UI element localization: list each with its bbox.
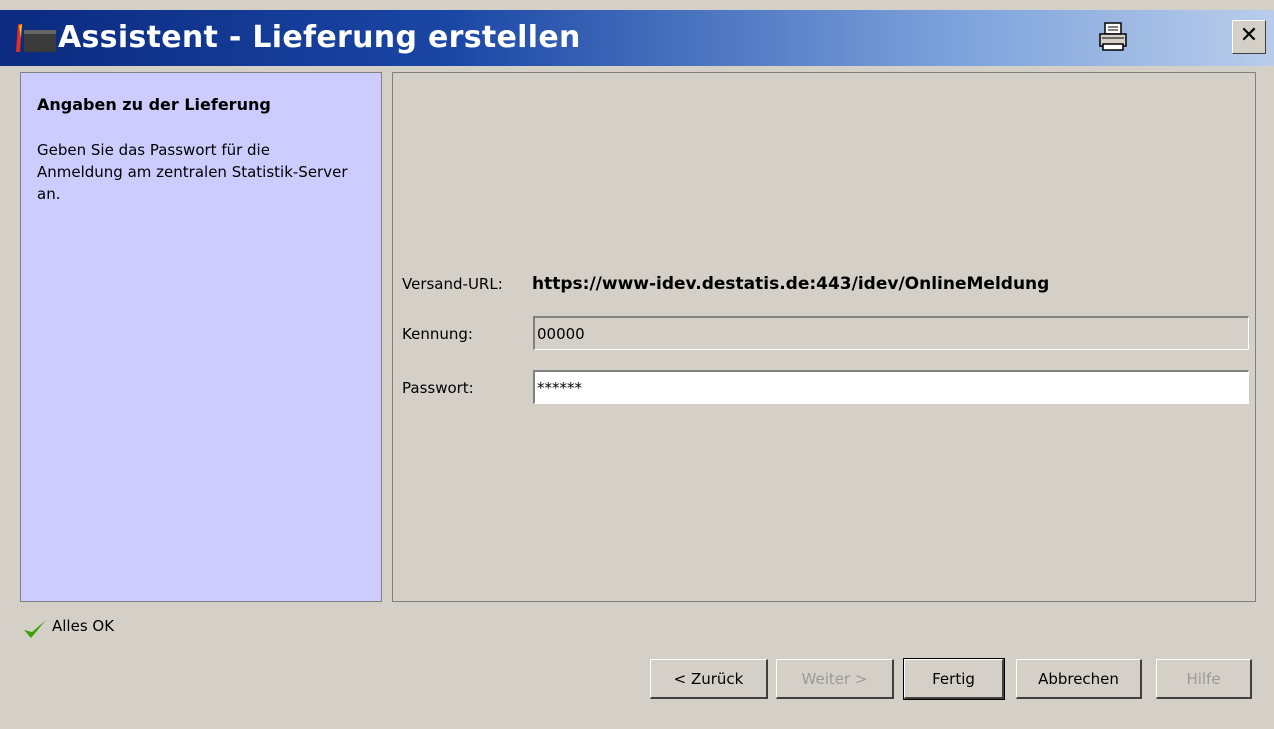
- step-description: Geben Sie das Passwort für die Anmeldung…: [37, 141, 348, 203]
- kennung-field[interactable]: [533, 316, 1249, 350]
- close-button[interactable]: ✕: [1232, 20, 1266, 54]
- info-panel: Angaben zu der Lieferung Geben Sie das P…: [20, 72, 382, 602]
- flag-icon: [16, 24, 56, 52]
- status-text: Alles OK: [52, 617, 115, 635]
- printer-icon: [1099, 22, 1127, 51]
- cancel-button[interactable]: Abbrechen: [1016, 659, 1142, 699]
- next-button[interactable]: Weiter >: [776, 659, 894, 699]
- finish-button[interactable]: Fertig: [903, 658, 1005, 700]
- url-label: Versand-URL:: [402, 275, 503, 293]
- form-panel: Versand-URL: https://www-idev.destatis.d…: [392, 72, 1256, 602]
- close-icon: ✕: [1239, 23, 1259, 48]
- password-field[interactable]: [533, 370, 1249, 404]
- checkmark-icon: [24, 620, 46, 638]
- kennung-label: Kennung:: [402, 325, 473, 343]
- back-button[interactable]: < Zurück: [650, 659, 768, 699]
- title-bar: Assistent - Lieferung erstellen ✕: [0, 10, 1274, 66]
- help-button[interactable]: Hilfe: [1156, 659, 1252, 699]
- step-heading: Angaben zu der Lieferung: [37, 95, 271, 114]
- print-button[interactable]: [1096, 20, 1130, 54]
- window-title: Assistent - Lieferung erstellen: [58, 20, 581, 55]
- passwort-label: Passwort:: [402, 379, 474, 397]
- url-value: https://www-idev.destatis.de:443/idev/On…: [532, 274, 1050, 294]
